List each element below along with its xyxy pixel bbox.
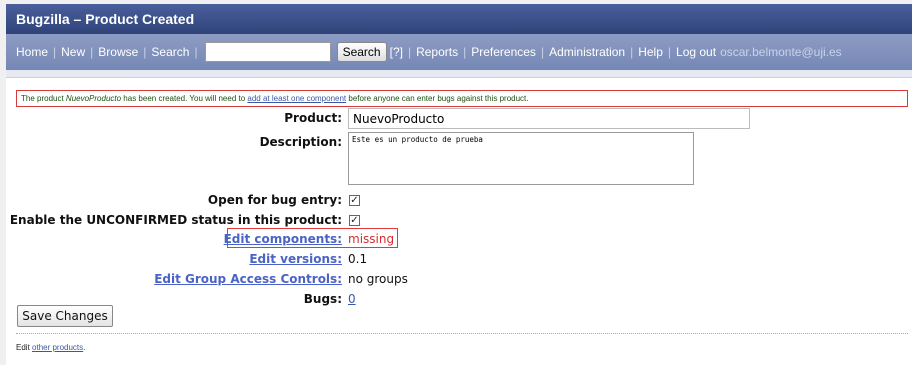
add-component-link[interactable]: add at least one component [247, 94, 346, 103]
message-product-name: NuevoProducto [65, 94, 122, 103]
description-row: Description: [6, 134, 342, 152]
user-email: oscar.belmonte@uji.es [720, 45, 842, 59]
nav-help[interactable]: Help [638, 45, 663, 59]
open-for-bug-entry-checkbox[interactable]: ✓ [349, 195, 360, 206]
message-prefix: The product [21, 94, 66, 103]
nav-logout[interactable]: Log out [676, 45, 716, 59]
nav-administration[interactable]: Administration [549, 45, 625, 59]
status-message: The product NuevoProducto has been creat… [16, 90, 908, 107]
bugs-label: Bugs: [303, 292, 342, 306]
message-middle: has been created. You will need to [121, 94, 248, 103]
nav-home[interactable]: Home [16, 45, 48, 59]
components-status: missing [348, 232, 395, 246]
quicksearch-input[interactable] [204, 42, 331, 62]
nav-reports[interactable]: Reports [416, 45, 458, 59]
nav-browse[interactable]: Browse [98, 45, 138, 59]
product-name-field[interactable] [348, 108, 750, 129]
footer-prefix: Edit [16, 343, 33, 352]
product-row: Product: [6, 110, 342, 128]
help-marker-link[interactable]: [?] [390, 45, 403, 59]
group-access-value: no groups [348, 272, 408, 286]
unconfirmed-checkbox[interactable]: ✓ [349, 215, 360, 226]
nav-preferences[interactable]: Preferences [471, 45, 536, 59]
search-button[interactable]: Search [336, 42, 387, 62]
nav-separator: | [53, 45, 57, 59]
versions-value: 0.1 [348, 252, 368, 266]
nav-separator: | [90, 45, 94, 59]
footer-suffix: . [83, 343, 86, 352]
nav-separator: | [540, 45, 545, 59]
nav-separator: | [667, 45, 672, 59]
divider [16, 333, 908, 334]
nav-separator: | [630, 45, 634, 59]
edit-versions-link[interactable]: Edit versions: [249, 252, 342, 266]
open-for-bug-entry-row: Open for bug entry: [6, 192, 342, 210]
components-row: Edit components: [6, 231, 342, 249]
nav-separator: | [194, 45, 198, 59]
footer: Edit other products. [16, 343, 85, 352]
nav-bar: Home | New | Browse | Search | Search [?… [6, 34, 912, 70]
nav-separator: | [407, 45, 412, 59]
edit-group-access-link[interactable]: Edit Group Access Controls: [154, 272, 342, 286]
versions-row: Edit versions: [6, 251, 342, 269]
window-title: Bugzilla – Product Created [6, 4, 912, 34]
group-access-row: Edit Group Access Controls: [6, 271, 342, 289]
other-products-link[interactable]: other products [32, 343, 83, 352]
nav-new[interactable]: New [61, 45, 85, 59]
nav-search[interactable]: Search [151, 45, 189, 59]
description-label: Description: [259, 135, 342, 149]
save-changes-button[interactable]: Save Changes [17, 305, 113, 327]
open-for-bug-entry-label: Open for bug entry: [207, 193, 342, 207]
description-field[interactable]: Este es un producto de prueba [348, 132, 694, 185]
nav-separator: | [143, 45, 147, 59]
message-suffix: before anyone can enter bugs against thi… [346, 94, 529, 103]
subheader-bar [6, 70, 912, 78]
bugs-count-link[interactable]: 0 [348, 292, 356, 306]
unconfirmed-label: Enable the UNCONFIRMED status in this pr… [9, 213, 342, 227]
page: Bugzilla – Product Created Home | New | … [6, 4, 912, 365]
edit-components-link[interactable]: Edit components: [224, 232, 342, 246]
product-label: Product: [284, 111, 342, 125]
nav-separator: | [463, 45, 467, 59]
